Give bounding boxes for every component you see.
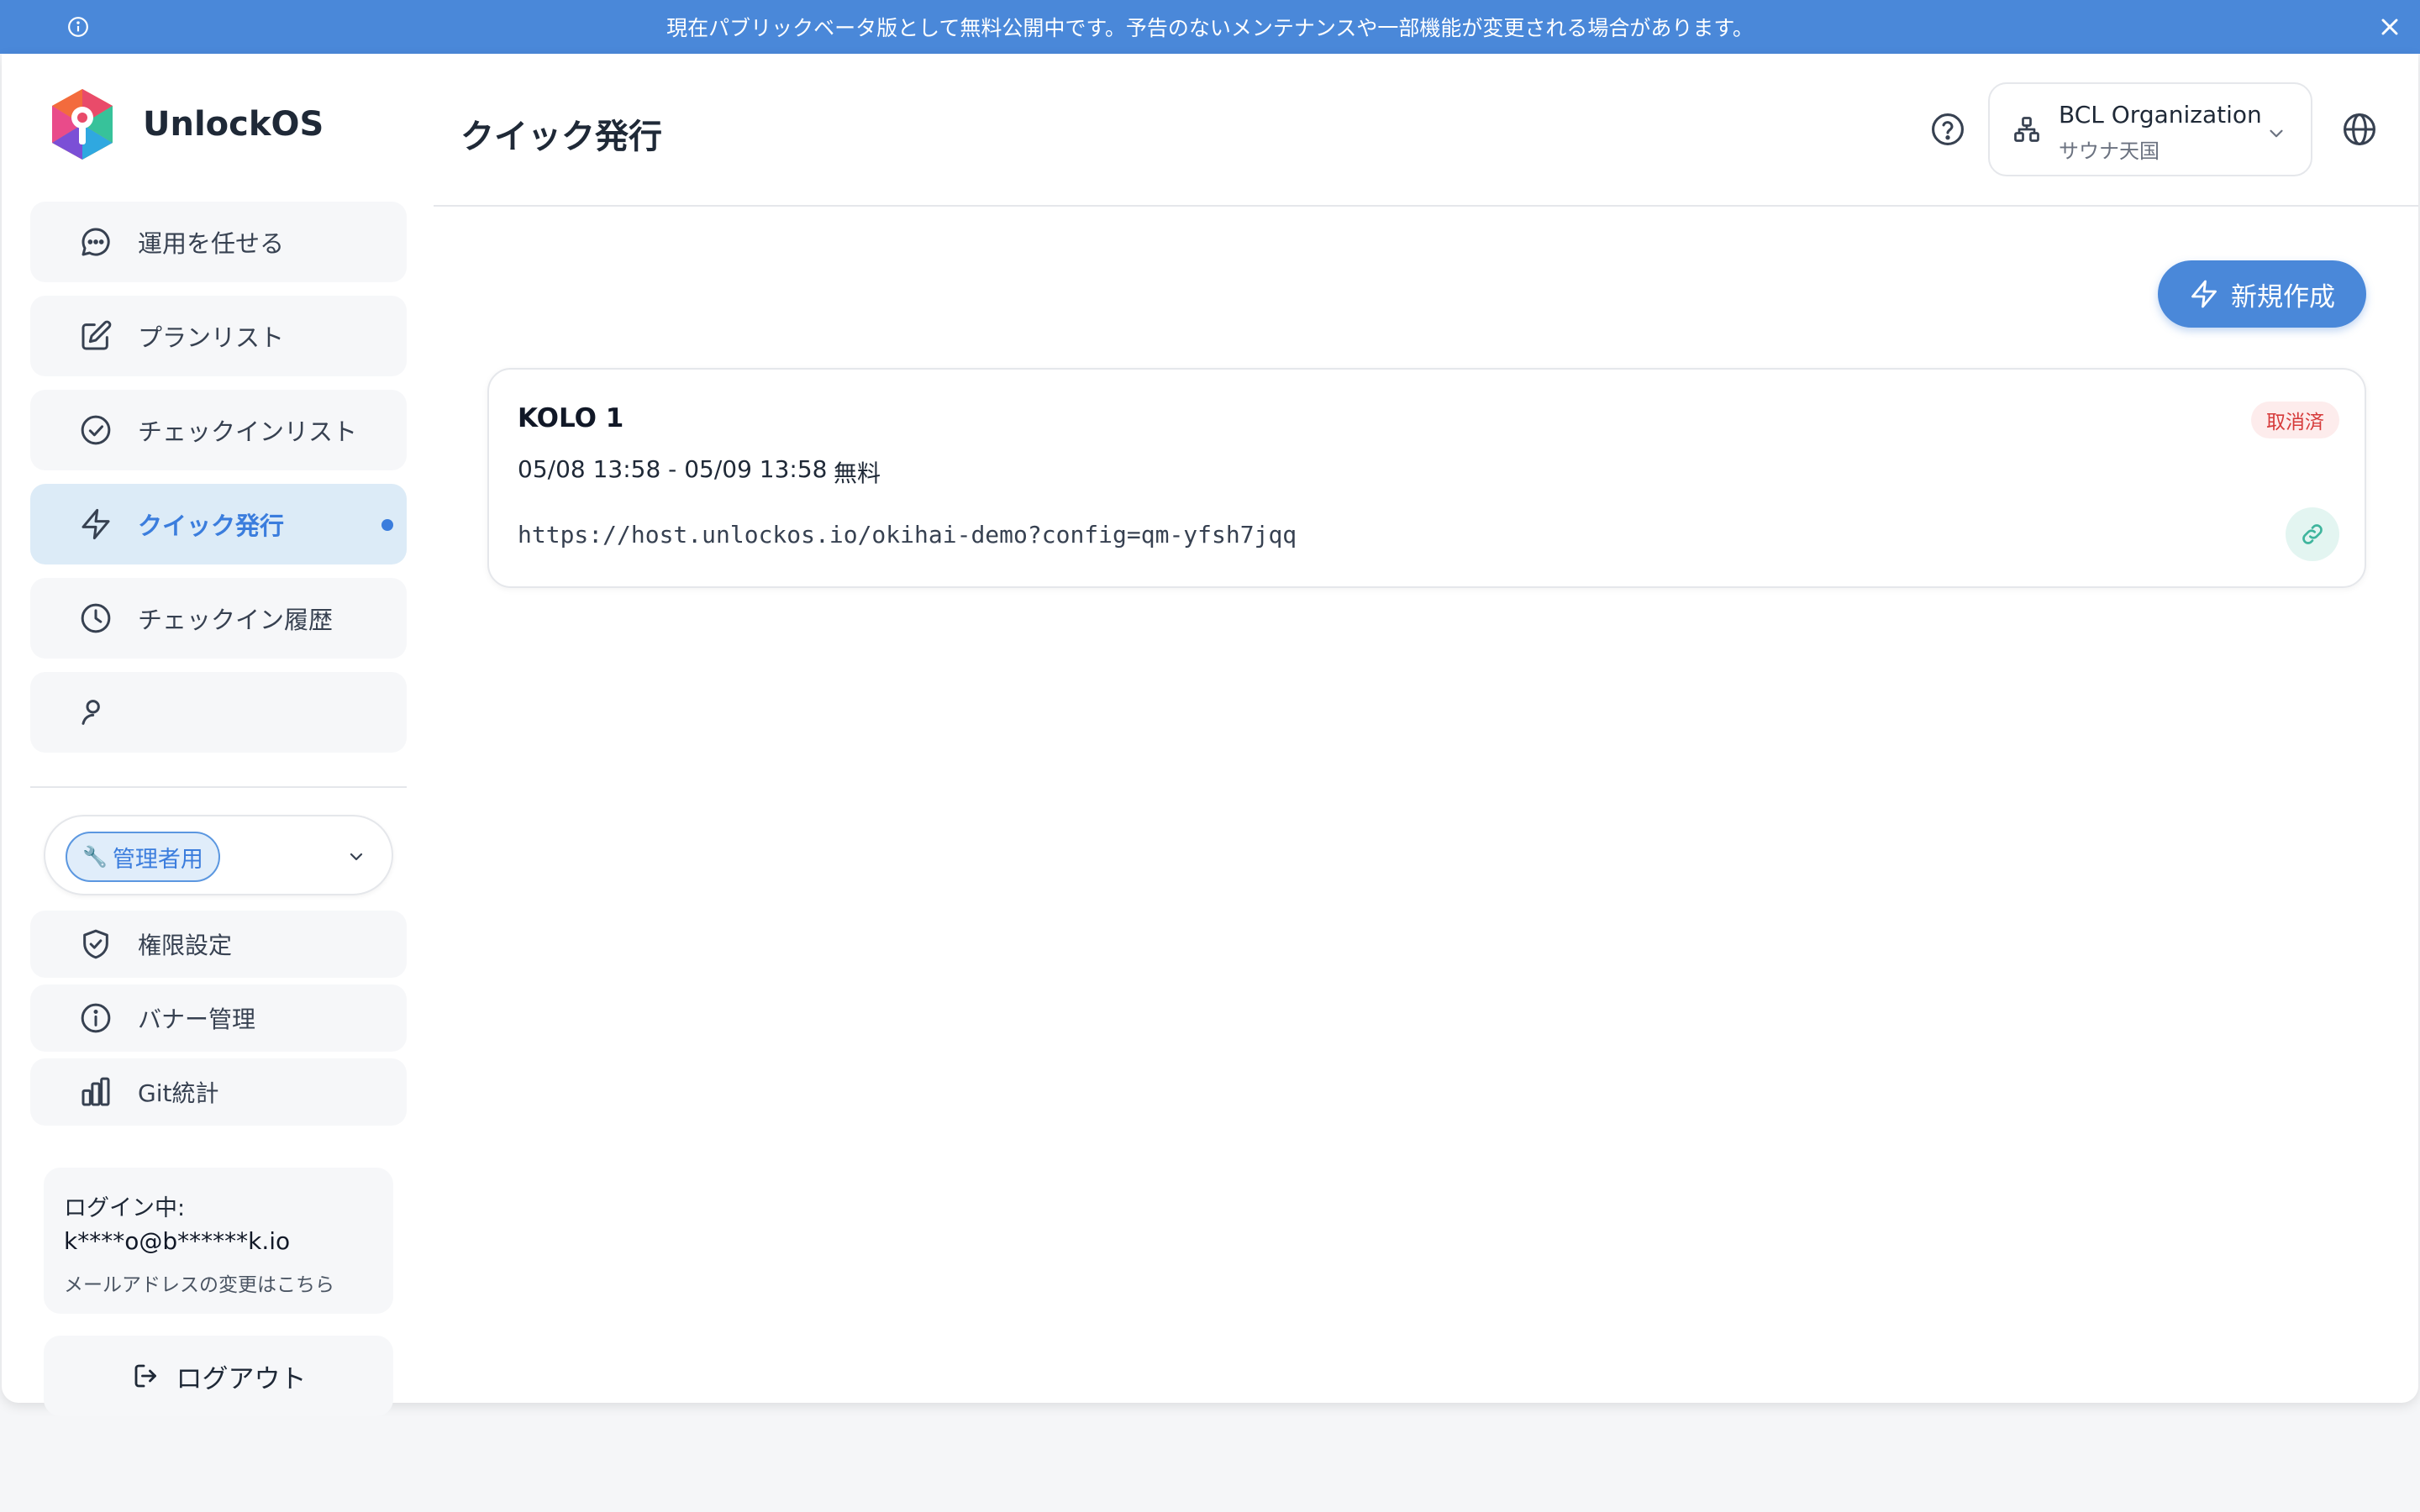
active-indicator xyxy=(381,519,393,531)
help-icon[interactable] xyxy=(1929,111,1966,148)
sidebar-item-quick-issue[interactable]: クイック発行 xyxy=(30,484,407,564)
admin-menu-select[interactable]: 🔧 管理者用 xyxy=(44,815,393,895)
sidebar-item-label: プランリスト xyxy=(138,323,285,352)
change-email-link[interactable]: メールアドレスの変更はこちら xyxy=(64,1268,373,1297)
login-email: k****o@b******k.io xyxy=(64,1227,291,1255)
bolt-icon xyxy=(79,507,113,541)
close-icon[interactable] xyxy=(2376,13,2403,40)
shield-check-icon xyxy=(79,927,113,961)
edit-icon xyxy=(79,319,113,353)
brand[interactable]: UnlockOS xyxy=(49,87,324,161)
sidebar-item-banner-admin[interactable]: バナー管理 xyxy=(30,984,407,1052)
sidebar-item-label: 権限設定 xyxy=(138,932,233,959)
link-icon xyxy=(2299,521,2326,548)
logout-icon xyxy=(131,1361,161,1391)
sidebar-item-label: バナー管理 xyxy=(138,1005,256,1033)
login-label: ログイン中: xyxy=(64,1195,186,1221)
issue-url[interactable]: https://host.unlockos.io/okihai-demo?con… xyxy=(518,521,1297,549)
issue-period: 05/08 13:58 - 05/09 13:58 xyxy=(518,455,828,483)
issue-title: KOLO 1 xyxy=(518,403,624,433)
announcement-banner: 現在パブリックベータ版として無料公開中です。予告のないメンテナンスや一部機能が変… xyxy=(0,0,2420,54)
admin-badge: 🔧 管理者用 xyxy=(66,832,220,882)
sidebar-item-label: Git統計 xyxy=(138,1079,219,1107)
sidebar-item-label: 運用を任せる xyxy=(138,229,285,258)
header-divider xyxy=(434,205,2418,207)
admin-nav: 権限設定 バナー管理 Git統計 xyxy=(30,911,407,1132)
sidebar-nav: 運用を任せる プランリスト チェックインリスト クイック発行 チェックイン履歴 xyxy=(30,202,407,759)
page-title: クイック発行 xyxy=(460,118,662,156)
sidebar-item-permissions[interactable]: 権限設定 xyxy=(30,911,407,978)
sidebar-item-git-stats[interactable]: Git統計 xyxy=(30,1058,407,1126)
sidebar-item-label: チェックイン履歴 xyxy=(138,606,334,634)
info-icon xyxy=(79,1001,113,1035)
issue-price: 無料 xyxy=(834,459,881,487)
sidebar-item-label: クイック発行 xyxy=(138,512,285,540)
clock-icon xyxy=(79,601,113,635)
info-icon xyxy=(67,16,89,38)
new-button-label: 新規作成 xyxy=(2231,281,2335,312)
sidebar-divider xyxy=(30,786,407,788)
banner-text: 現在パブリックベータ版として無料公開中です。予告のないメンテナンスや一部機能が変… xyxy=(666,16,1754,40)
organization-icon xyxy=(2012,114,2042,144)
sidebar-item-operation[interactable]: 運用を任せる xyxy=(30,202,407,282)
user-icon xyxy=(79,696,113,729)
sidebar-item-plan-list[interactable]: プランリスト xyxy=(30,296,407,376)
logout-button[interactable]: ログアウト xyxy=(44,1336,393,1416)
issue-card[interactable]: KOLO 1 取消済 05/08 13:58 - 05/09 13:58 無料 … xyxy=(487,368,2366,588)
copy-link-button[interactable] xyxy=(2286,507,2339,561)
globe-icon[interactable] xyxy=(2341,111,2378,148)
organization-name: BCL Organization xyxy=(2059,101,2262,129)
check-circle-icon xyxy=(79,413,113,447)
chevron-down-icon xyxy=(2265,123,2287,144)
unlockos-logo xyxy=(49,87,116,161)
bolt-icon xyxy=(2189,279,2219,309)
chevron-down-icon xyxy=(346,847,366,867)
sidebar-item-label: チェックインリスト xyxy=(138,417,358,446)
sidebar-item-checkin-history[interactable]: チェックイン履歴 xyxy=(30,578,407,659)
admin-badge-label: 管理者用 xyxy=(112,846,203,873)
chat-bubble-icon xyxy=(79,225,113,259)
login-info: ログイン中: k****o@b******k.io メールアドレスの変更はこちら xyxy=(44,1168,393,1314)
bar-chart-icon xyxy=(79,1075,113,1109)
brand-name: UnlockOS xyxy=(143,105,324,144)
organization-sub: サウナ天国 xyxy=(2059,139,2160,163)
app-window: UnlockOS 運用を任せる プランリスト チェックインリスト クイック発行 xyxy=(2,54,2418,1416)
new-issue-button[interactable]: 新規作成 xyxy=(2158,260,2366,328)
sidebar-item-checkin-list[interactable]: チェックインリスト xyxy=(30,390,407,470)
wrench-icon: 🔧 xyxy=(82,845,108,869)
status-badge: 取消済 xyxy=(2251,402,2339,438)
sidebar-item-partial[interactable] xyxy=(30,672,407,753)
organization-switcher[interactable]: BCL Organization サウナ天国 xyxy=(1988,82,2312,176)
logout-label: ログアウト xyxy=(176,1363,307,1394)
